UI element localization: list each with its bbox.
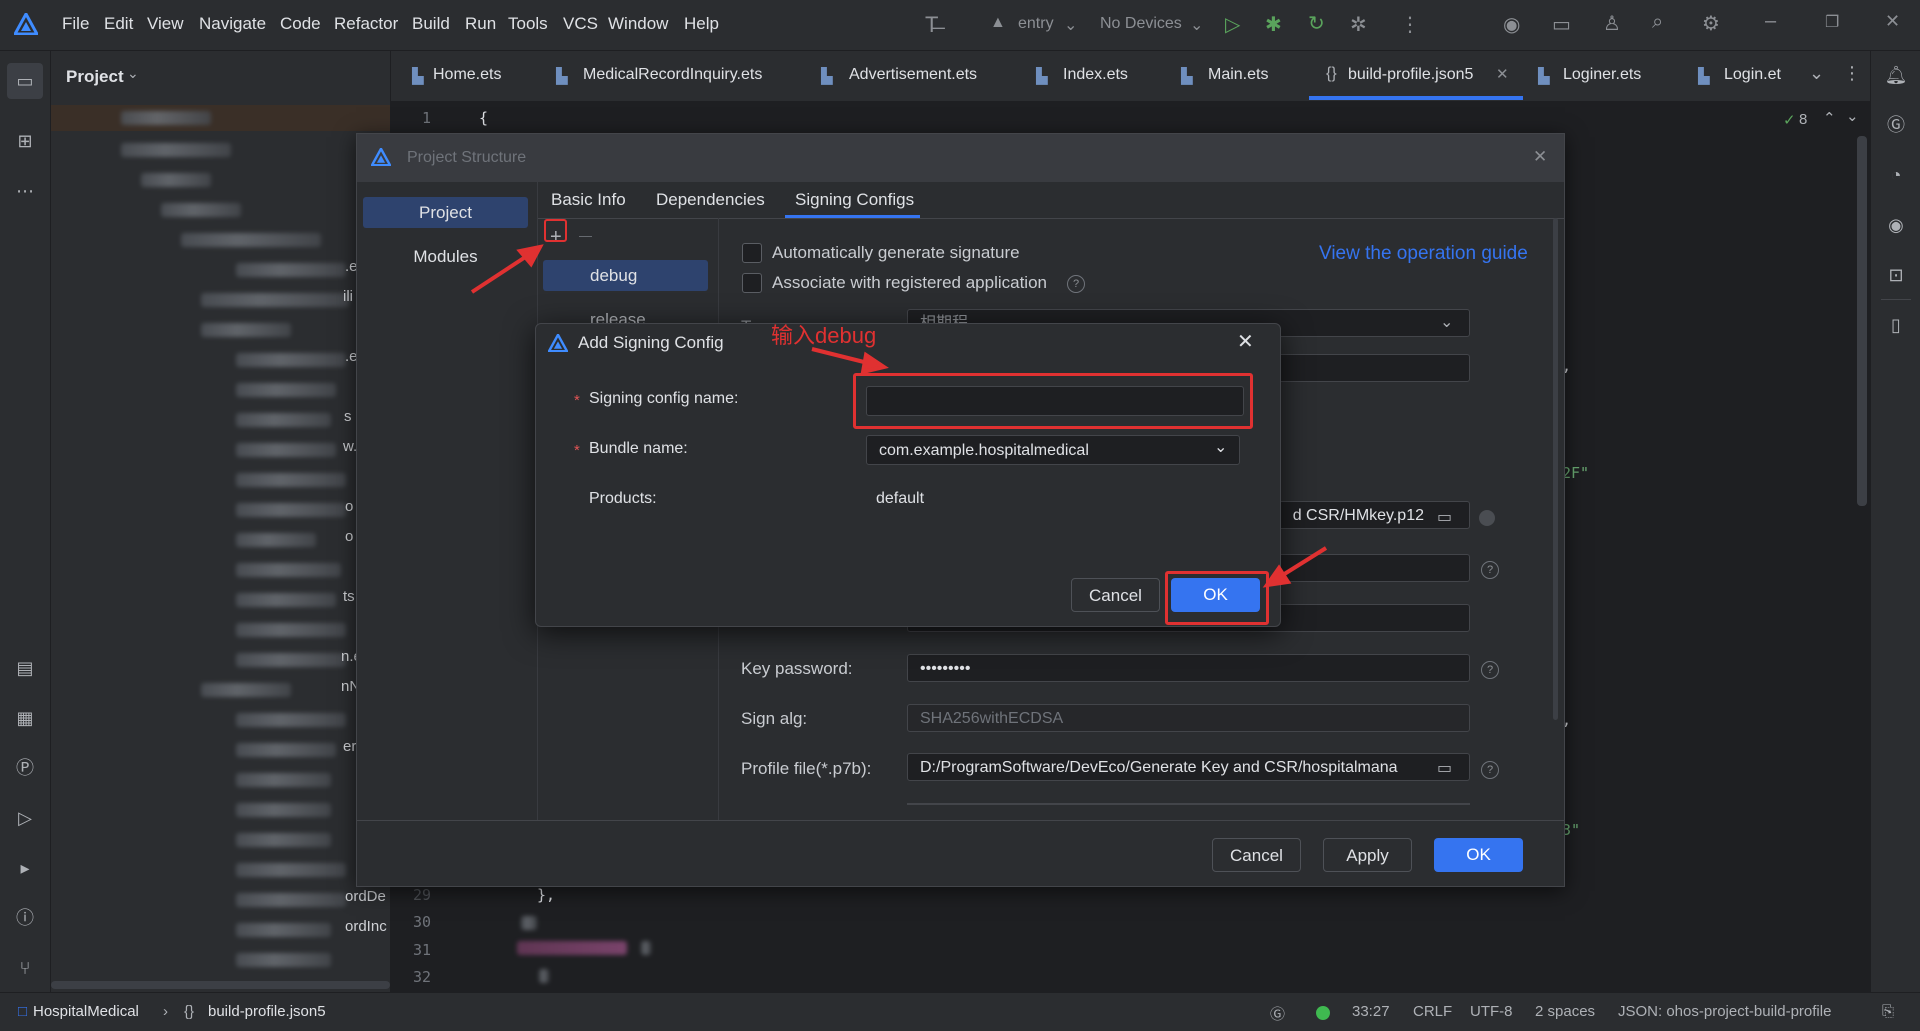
annotation-arrowhead [1262,564,1292,588]
annotation-arrow-add [470,252,532,294]
annotation-arrowhead [860,351,889,375]
annotation-arrowhead [516,244,544,268]
annotation-arrows [470,244,1328,588]
annotation-arrow-ok [1276,546,1328,580]
